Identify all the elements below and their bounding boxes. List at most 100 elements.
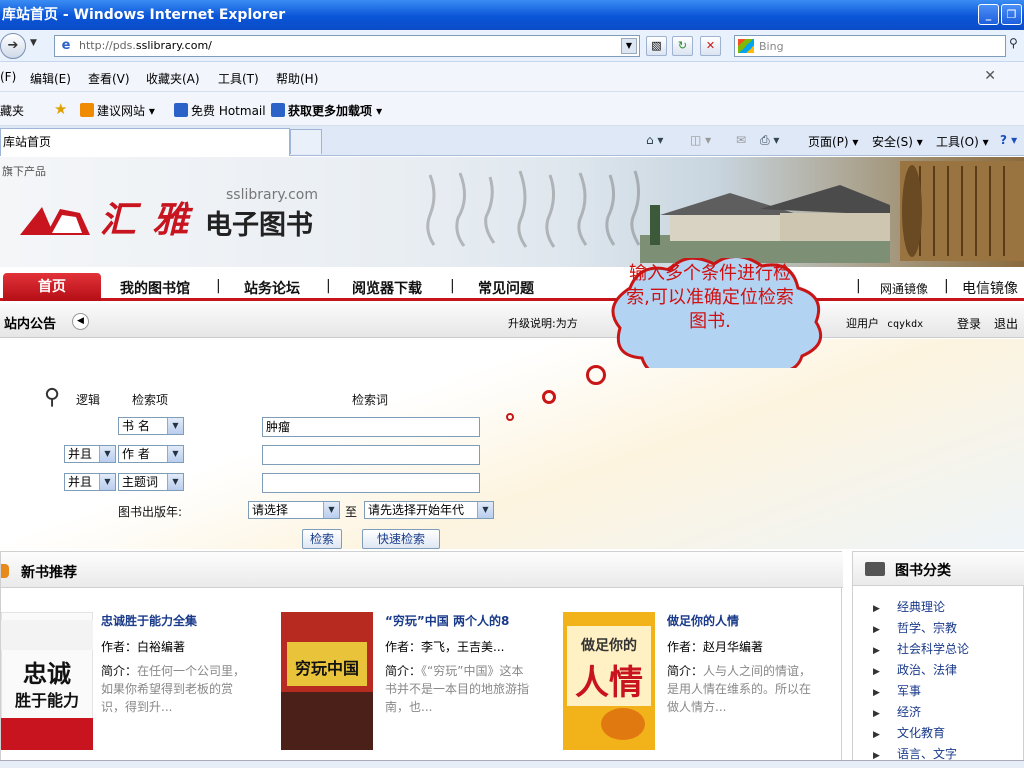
bing-icon [738,39,754,53]
bullet-icon: ▶ [873,667,880,677]
print-icon[interactable]: ⎙ ▾ [760,133,779,148]
stop-icon[interactable]: ✕ [700,36,721,56]
svg-text:穷玩中国: 穷玩中国 [295,659,359,678]
annotation-bubble [542,390,556,404]
year-label: 图书出版年: [118,505,183,519]
menu-tools[interactable]: 工具(T) [218,70,259,87]
logic-select-3[interactable]: 并且 ▼ [64,473,116,491]
category-item[interactable]: ▶ 哲学、宗教 [873,619,957,636]
speaker-icon[interactable]: ◀ [72,313,89,330]
quick-search-button[interactable]: 快速检索 [362,529,440,549]
safety-menu[interactable]: 安全(S) ▾ [872,133,923,150]
address-toolbar: ➔ ▼ e http://pds.sslibrary.com/ ▼ ▧ ↻ ✕ … [0,30,1024,62]
term-input-2[interactable] [262,445,480,465]
history-dropdown-icon[interactable]: ▼ [30,38,37,48]
hotmail-link[interactable]: 免费 Hotmail [174,102,266,119]
nav-my-library[interactable]: 我的图书馆 [120,278,190,298]
tools-menu[interactable]: 工具(O) ▾ [936,133,989,150]
annotation-bubble [586,365,606,385]
tab-current[interactable]: 库站首页 [0,128,290,156]
page-icon: e [61,38,71,53]
field-select-1[interactable]: 书 名 ▼ [118,417,184,435]
book-cover-image[interactable]: 做足你的 人情 [563,612,655,750]
book-title[interactable]: 忠诚胜于能力全集 [101,612,279,629]
compatibility-view-icon[interactable]: ▧ [646,36,667,56]
term-input-3[interactable] [262,473,480,493]
nav-reader-download[interactable]: 阅览器下载 [352,278,422,298]
nav-home[interactable]: 首页 [3,273,101,301]
bullet-icon: ▶ [873,604,880,614]
book-cover-image[interactable]: 穷玩中国 [281,612,373,750]
nav-separator: | [216,278,221,294]
refresh-icon[interactable]: ↻ [672,36,693,56]
logout-link[interactable]: 退出 [994,315,1018,332]
field-select-3[interactable]: 主题词 ▼ [118,473,184,491]
book-title[interactable]: 做足你的人情 [667,612,837,629]
book-cover-image[interactable]: 忠诚 胜于能力 [1,612,93,750]
close-menu-icon[interactable]: ✕ [984,68,996,84]
year-from-select[interactable]: 请选择 ▼ [248,501,340,519]
book-categories-panel: 图书分类 ▶ 经典理论 ▶ 哲学、宗教 ▶ 社会科学总论 ▶ 政治、法律 ▶ 军事 ▶ 经济… [852,551,1024,768]
back-button[interactable]: ➔ [0,33,26,59]
field-header: 检索项 [132,393,169,407]
brand-name: 汇 雅 [100,199,191,241]
logic-select-2[interactable]: 并且 ▼ [64,445,116,463]
new-tab-button[interactable] [290,129,322,154]
book-card[interactable]: 做足你的 人情 做足你的人情 作者：赵月华编著 简介：人与人之间的情谊，是用人情… [563,608,843,758]
get-addons-link[interactable]: 获取更多加载项 ▾ [271,102,382,119]
category-item[interactable]: ▶ 军事 [873,682,921,699]
term-input-1[interactable]: 肿瘤 [262,417,480,437]
favorites-bar: 藏夹 ★ 建议网站 ▾ 免费 Hotmail 获取更多加载项 ▾ [0,92,1024,126]
new-books-header: 新书推荐 [1,552,843,588]
address-dropdown-icon[interactable]: ▼ [621,38,637,54]
category-item[interactable]: ▶ 政治、法律 [873,661,957,678]
search-icon[interactable]: ⚲ [1009,36,1024,56]
book-card[interactable]: 穷玩中国 “穷玩”中国 两个人的8 作者：李飞，王吉美... 简介：《“穷玩”中… [281,608,561,758]
home-icon[interactable]: ⌂ ▾ [646,133,663,147]
mail-icon[interactable]: ✉ [736,133,746,147]
category-item[interactable]: ▶ 社会科学总论 [873,640,969,657]
search-input[interactable]: Bing [734,35,1006,57]
nav-forum[interactable]: 站务论坛 [244,278,300,298]
page-menu[interactable]: 页面(P) ▾ [808,133,858,150]
add-favorite-star-icon[interactable]: ★ [54,100,72,118]
nav-faq[interactable]: 常见问题 [478,278,534,298]
category-item[interactable]: ▶ 经典理论 [873,598,945,615]
suggested-sites-link[interactable]: 建议网站 ▾ [80,102,155,119]
suggested-sites-icon [80,103,94,117]
bullet-icon: ▶ [873,709,880,719]
address-url[interactable]: http://pds.sslibrary.com/ [79,39,212,52]
chevron-down-icon: ▼ [167,446,183,462]
login-link[interactable]: 登录 [957,315,981,332]
book-author: 作者：白裕编著 [101,640,186,654]
upgrade-notice[interactable]: 升级说明:为方 [508,315,578,331]
search-button[interactable]: 检索 [302,529,342,549]
magnifier-icon: ⚲ [44,385,61,410]
help-icon[interactable]: ? ▾ [1000,133,1017,147]
book-title[interactable]: “穷玩”中国 两个人的8 [385,612,535,629]
menu-file[interactable]: (F) [0,70,16,84]
category-item[interactable]: ▶ 经济 [873,703,921,720]
menu-favorites[interactable]: 收藏夹(A) [146,70,200,87]
address-bar[interactable]: e http://pds.sslibrary.com/ ▼ [54,35,640,57]
menu-view[interactable]: 查看(V) [88,70,130,87]
category-item[interactable]: ▶ 文化教育 [873,724,945,741]
minimize-button[interactable]: _ [978,4,999,25]
brand-logo-icon [20,207,90,235]
menu-bar: (F) 编辑(E) 查看(V) 收藏夹(A) 工具(T) 帮助(H) ✕ [0,62,1024,92]
restore-button[interactable]: ❐ [1001,4,1022,25]
nav-mirror-telecom[interactable]: 电信镜像 [962,278,1018,298]
nav-mirror-netcom[interactable]: 网通镜像 [880,280,928,297]
bullet-icon: ▶ [873,730,880,740]
book-card[interactable]: 忠诚 胜于能力 忠诚胜于能力全集 作者：白裕编著 简介：在任何一个公司里，如果你… [1,608,281,758]
menu-help[interactable]: 帮助(H) [276,70,318,87]
term-header: 检索词 [352,393,389,407]
year-to-select[interactable]: 请先选择开始年代 ▼ [364,501,494,519]
favorites-button[interactable]: 藏夹 [0,102,24,119]
field-select-2[interactable]: 作 者 ▼ [118,445,184,463]
tab-row: 库站首页 ⌂ ▾ ◫ ▾ ✉ ⎙ ▾ 页面(P) ▾ 安全(S) ▾ 工具(O)… [0,126,1024,156]
menu-edit[interactable]: 编辑(E) [30,70,71,87]
feeds-icon[interactable]: ◫ ▾ [690,133,711,147]
calligraphy-decoration [426,170,641,248]
banner-domain: sslibrary.com [226,187,318,203]
